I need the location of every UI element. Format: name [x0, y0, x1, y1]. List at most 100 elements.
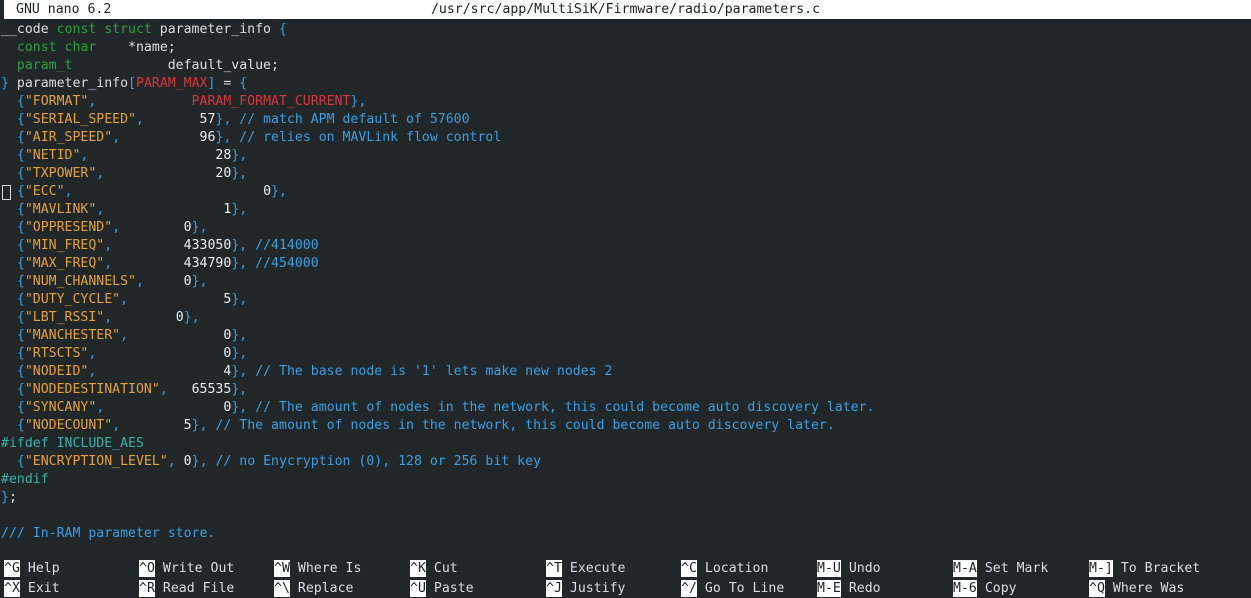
code-line[interactable]: {"LBT_RSSI", 0}, — [0, 309, 1251, 327]
shortcut-set-mark[interactable]: M-A Set Mark — [953, 558, 1048, 578]
code-token-string: "NODEDESTINATION" — [24, 382, 160, 397]
shortcut-replace[interactable]: ^\ Replace — [274, 578, 353, 598]
code-line[interactable]: {"DUTY_CYCLE", 5}, — [0, 291, 1251, 309]
code-token-keyword: const char — [16, 40, 97, 55]
code-token-brace: { — [16, 130, 25, 145]
code-token-brace: { — [16, 328, 25, 343]
code-line[interactable]: param_t default_value; — [0, 57, 1251, 75]
code-token-punct: , — [239, 382, 248, 397]
shortcut-exit[interactable]: ^X Exit — [4, 578, 60, 598]
code-token-punct: , — [120, 328, 129, 343]
code-token-brace: { — [16, 202, 25, 217]
code-token-string: "MAX_FREQ" — [24, 256, 105, 271]
code-line[interactable]: {"NODEDESTINATION", 65535}, — [0, 381, 1251, 399]
shortcut-help[interactable]: ^G Help — [4, 558, 60, 578]
shortcut-write-out[interactable]: ^O Write Out — [139, 558, 234, 578]
code-line[interactable]: {"ECC", 0}, — [0, 183, 1251, 201]
shortcut-justify[interactable]: ^J Justify — [546, 578, 625, 598]
nano-editor-window: GNU nano 6.2 /usr/src/app/MultiSiK/Firmw… — [0, 0, 1251, 598]
shortcut-paste[interactable]: ^U Paste — [410, 578, 474, 598]
code-line[interactable]: {"NODEID", 4}, // The base node is '1' l… — [0, 363, 1251, 381]
code-line[interactable]: }; — [0, 489, 1251, 507]
code-token-brace: { — [16, 418, 25, 433]
shortcut-key: M-E — [817, 579, 841, 597]
shortcut-redo[interactable]: M-E Redo — [817, 578, 881, 598]
shortcut-copy[interactable]: M-6 Copy — [953, 578, 1017, 598]
code-token-brace: { — [16, 274, 25, 289]
shortcut-where-is[interactable]: ^W Where Is — [274, 558, 361, 578]
code-line[interactable]: {"SERIAL_SPEED", 57}, // match APM defau… — [0, 111, 1251, 129]
editor-text-area[interactable]: __code const struct parameter_info { con… — [0, 19, 1251, 558]
code-token-number: 57 — [199, 112, 216, 127]
code-line[interactable]: {"SYNCANY", 0}, // The amount of nodes i… — [0, 399, 1251, 417]
code-token-string: "RTSCTS" — [24, 346, 89, 361]
code-line[interactable]: } parameter_info[PARAM_MAX] = { — [0, 75, 1251, 93]
code-token-comment: // The base node is '1' lets make new no… — [255, 364, 613, 379]
shortcut-go-to-line[interactable]: ^/ Go To Line — [681, 578, 784, 598]
shortcut-label: Execute — [569, 560, 626, 576]
shortcut-to-bracket[interactable]: M-] To Bracket — [1089, 558, 1200, 578]
shortcut-label: Exit — [27, 580, 60, 596]
code-line[interactable]: {"MANCHESTER", 0}, — [0, 327, 1251, 345]
code-line[interactable]: {"NETID", 28}, — [0, 147, 1251, 165]
code-line[interactable]: #ifdef INCLUDE_AES — [0, 435, 1251, 453]
shortcut-label: Replace — [297, 580, 354, 596]
code-token-punct: , — [191, 310, 200, 325]
code-token-punct: , — [239, 346, 248, 361]
code-line[interactable]: {"NODECOUNT", 5}, // The amount of nodes… — [0, 417, 1251, 435]
shortcut-read-file[interactable]: ^R Read File — [139, 578, 234, 598]
shortcut-where-was[interactable]: ^Q Where Was — [1089, 578, 1184, 598]
code-token-number: 0 — [175, 310, 184, 325]
code-line[interactable]: #endif — [0, 471, 1251, 489]
shortcut-key: ^J — [546, 579, 562, 597]
code-line[interactable]: {"FORMAT", PARAM_FORMAT_CURRENT}, — [0, 93, 1251, 111]
shortcut-key: ^G — [4, 559, 20, 577]
code-token-string: "MAVLINK" — [24, 202, 97, 217]
shortcut-label: Set Mark — [984, 560, 1049, 576]
shortcut-label: Copy — [984, 580, 1017, 596]
code-token-brace: { — [16, 256, 25, 271]
shortcut-key: M-] — [1089, 559, 1113, 577]
code-line[interactable]: {"RTSCTS", 0}, — [0, 345, 1251, 363]
shortcut-execute[interactable]: ^T Execute — [546, 558, 625, 578]
code-token-comment: //414000 — [255, 238, 319, 253]
code-token-punct: , — [278, 184, 287, 199]
code-line[interactable]: const char *name; — [0, 39, 1251, 57]
code-line[interactable]: {"NUM_CHANNELS", 0}, — [0, 273, 1251, 291]
code-line[interactable]: __code const struct parameter_info { — [0, 21, 1251, 39]
shortcut-label: Where Was — [1112, 580, 1185, 596]
code-line[interactable]: /// In-RAM parameter store. — [0, 525, 1251, 543]
shortcut-cut[interactable]: ^K Cut — [410, 558, 458, 578]
code-line[interactable]: {"MAVLINK", 1}, — [0, 201, 1251, 219]
shortcut-location[interactable]: ^C Location — [681, 558, 768, 578]
code-token-number: 28 — [215, 148, 232, 163]
shortcut-label: To Bracket — [1120, 560, 1201, 576]
code-token-string: "SERIAL_SPEED" — [24, 112, 136, 127]
code-line[interactable]: {"MIN_FREQ", 433050}, //414000 — [0, 237, 1251, 255]
code-token-comment: //454000 — [255, 256, 319, 271]
code-token-brace: { — [16, 400, 25, 415]
code-line[interactable] — [0, 507, 1251, 525]
code-line[interactable]: {"OPPRESEND", 0}, — [0, 219, 1251, 237]
shortcut-undo[interactable]: M-U Undo — [817, 558, 881, 578]
code-line[interactable]: {"TXPOWER", 20}, — [0, 165, 1251, 183]
code-token-number: 65535 — [191, 382, 232, 397]
code-token-brace: { — [16, 94, 25, 109]
code-line[interactable]: {"AIR_SPEED", 96}, // relies on MAVLink … — [0, 129, 1251, 147]
text-cursor — [2, 185, 11, 200]
shortcut-label: Help — [27, 560, 60, 576]
code-token-punct: , — [358, 94, 367, 109]
code-token-number: 0 — [183, 454, 192, 469]
code-line[interactable]: {"ENCRYPTION_LEVEL", 0}, // no Enycrypti… — [0, 453, 1251, 471]
shortcut-label: Write Out — [162, 560, 235, 576]
shortcut-label: Read File — [162, 580, 235, 596]
code-line[interactable]: {"MAX_FREQ", 434790}, //454000 — [0, 255, 1251, 273]
